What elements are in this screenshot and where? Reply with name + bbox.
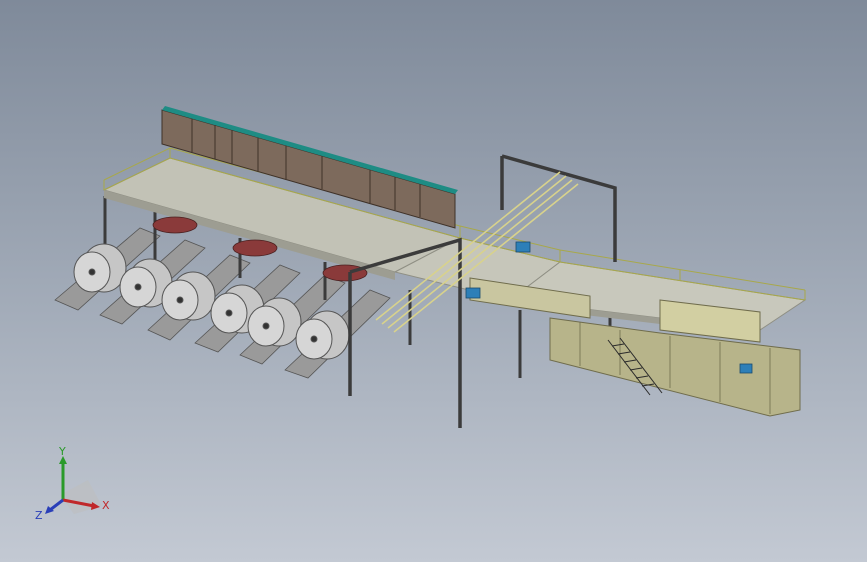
z-axis-label: Z <box>35 509 43 522</box>
machine-assembly-model[interactable] <box>0 0 867 562</box>
triad-plane-shading <box>60 480 102 514</box>
z-axis <box>49 498 64 512</box>
axis-triad: Y X Z <box>35 445 110 522</box>
x-axis-label: X <box>102 499 110 512</box>
y-axis-label: Y <box>58 445 66 458</box>
3d-viewport[interactable]: Y X Z <box>0 0 867 562</box>
paper-roll <box>73 243 127 293</box>
